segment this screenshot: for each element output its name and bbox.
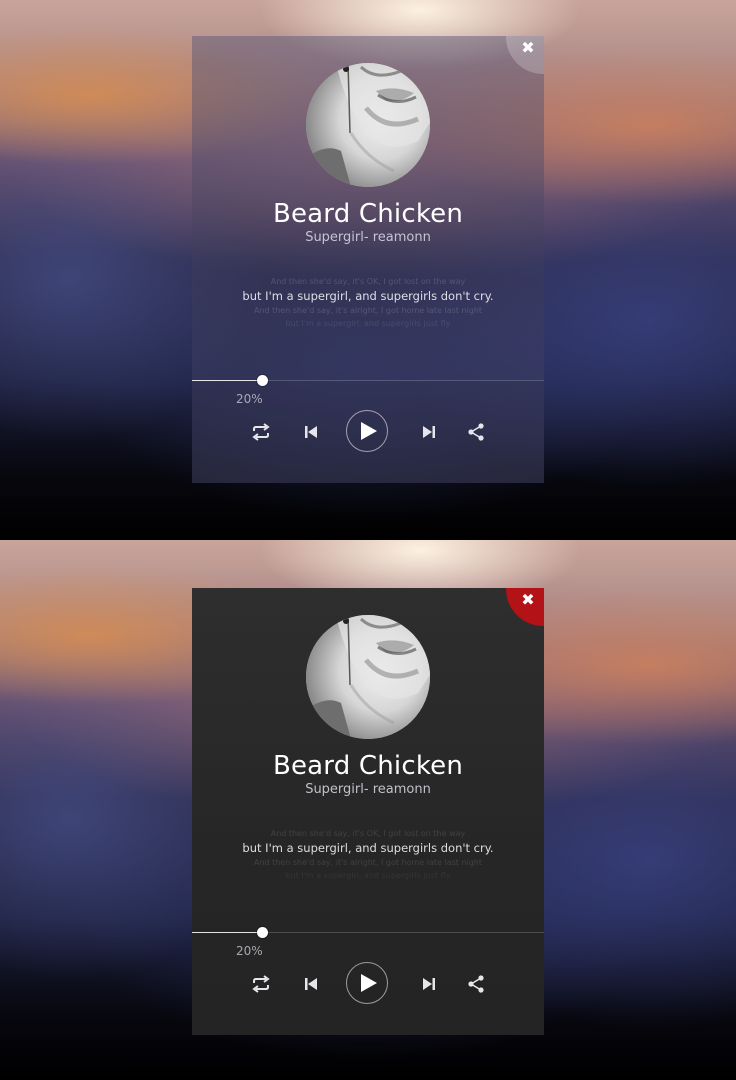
play-icon — [360, 422, 377, 440]
scene-glass-variant: ✖ Beard Chicken Supergirl- reamonn And t… — [0, 0, 736, 540]
progress-thumb[interactable] — [257, 927, 269, 938]
album-art-avatar — [306, 63, 430, 187]
lyric-previous-line: And then she'd say, it's OK, I got lost … — [270, 277, 466, 286]
repeat-icon — [252, 423, 270, 441]
skip-next-button[interactable] — [412, 418, 446, 446]
play-button[interactable] — [346, 962, 388, 1004]
player-panel-dark: ✖ Beard Chicken Supergirl- reamonn And t… — [192, 588, 544, 1035]
progress-fill — [192, 932, 263, 933]
progress-track[interactable] — [192, 375, 544, 386]
skip-previous-button[interactable] — [294, 418, 328, 446]
share-button[interactable] — [459, 970, 493, 998]
repeat-button[interactable] — [244, 418, 278, 446]
repeat-icon — [252, 975, 270, 993]
close-icon[interactable]: ✖ — [520, 38, 536, 58]
song-title: Beard Chicken — [272, 199, 464, 229]
lyric-next-line-2: but I'm a supergirl, and supergirls just… — [285, 319, 451, 328]
album-art-avatar — [306, 615, 430, 739]
skip-next-icon — [423, 978, 435, 990]
play-icon — [360, 974, 377, 992]
lyric-next-line-2: but I'm a supergirl, and supergirls just… — [285, 871, 451, 880]
skip-previous-icon — [305, 978, 317, 990]
lyric-previous-line: And then she'd say, it's OK, I got lost … — [270, 829, 466, 838]
lyrics-panel: And then she'd say, it's OK, I got lost … — [192, 276, 544, 331]
song-artist: Supergirl- reamonn — [305, 230, 431, 245]
lyric-current-line: but I'm a supergirl, and supergirls don'… — [242, 841, 494, 855]
bearded-man-photo — [306, 63, 430, 187]
progress-fill — [192, 380, 263, 381]
progress-percent-label: 20% — [236, 392, 263, 406]
progress-track[interactable] — [192, 927, 544, 938]
lyrics-panel: And then she'd say, it's OK, I got lost … — [192, 828, 544, 883]
song-artist: Supergirl- reamonn — [305, 782, 431, 797]
skip-previous-icon — [305, 426, 317, 438]
share-icon — [468, 975, 484, 993]
share-button[interactable] — [459, 418, 493, 446]
skip-next-button[interactable] — [412, 970, 446, 998]
bearded-man-photo — [306, 615, 430, 739]
player-panel-glass: ✖ Beard Chicken Supergirl- reamonn And t… — [192, 36, 544, 483]
skip-previous-button[interactable] — [294, 970, 328, 998]
repeat-button[interactable] — [244, 970, 278, 998]
close-icon[interactable]: ✖ — [520, 590, 536, 610]
progress-percent-label: 20% — [236, 944, 263, 958]
play-button[interactable] — [346, 410, 388, 452]
lyric-next-line: And then she'd say, it's alright, I got … — [253, 858, 483, 867]
skip-next-icon — [423, 426, 435, 438]
lyric-next-line: And then she'd say, it's alright, I got … — [253, 306, 483, 315]
scene-dark-variant: ✖ Beard Chicken Supergirl- reamonn And t… — [0, 540, 736, 1080]
lyric-current-line: but I'm a supergirl, and supergirls don'… — [242, 289, 494, 303]
song-title: Beard Chicken — [272, 751, 464, 781]
share-icon — [468, 423, 484, 441]
